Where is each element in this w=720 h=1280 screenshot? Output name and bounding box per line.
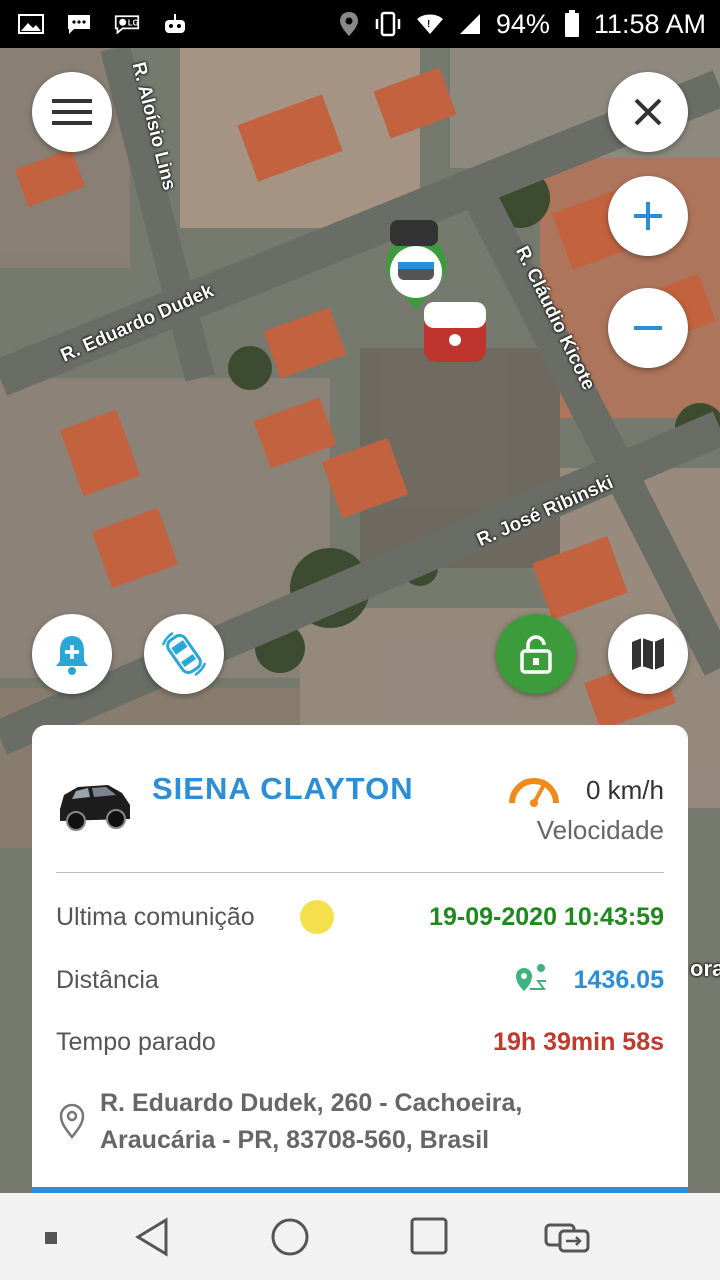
stopped-time-label: Tempo parado	[56, 1028, 216, 1056]
location-pin-icon	[59, 1103, 85, 1139]
address-line-2: Araucária - PR, 83708-560, Brasil	[100, 1126, 490, 1154]
nav-indicator-icon	[45, 1232, 57, 1244]
add-alert-button[interactable]	[32, 614, 112, 694]
speed-label: Velocidade	[536, 815, 664, 845]
close-button[interactable]	[608, 72, 688, 152]
map-type-button[interactable]	[608, 614, 688, 694]
back-icon[interactable]	[134, 1217, 170, 1257]
battery-icon	[564, 10, 579, 37]
stopped-time-value: 19h 39min 58s	[493, 1028, 664, 1056]
car-radar-icon	[161, 631, 207, 677]
clock: 11:58 AM	[593, 8, 706, 39]
recents-icon[interactable]	[410, 1217, 448, 1255]
divider	[56, 872, 664, 873]
map-icon	[632, 638, 664, 670]
distance-label: Distância	[56, 966, 159, 994]
lg-icon: LG	[114, 15, 140, 35]
speed-value: 0 km/h	[585, 775, 664, 805]
bell-plus-icon	[56, 636, 88, 675]
zoom-out-button[interactable]	[608, 288, 688, 368]
distance-value: 1436.05	[573, 966, 664, 994]
vehicle-info-card: SIENA CLAYTON 0 km/h Velocidade Ultima c…	[32, 725, 688, 1195]
vehicle-thumbnail	[60, 785, 130, 831]
wifi-icon: !	[416, 14, 443, 34]
vibrate-icon	[375, 11, 401, 37]
signal-icon	[459, 14, 480, 34]
image-icon	[18, 14, 44, 34]
minus-icon	[634, 326, 662, 330]
sms-icon	[68, 15, 90, 34]
distance-icon	[516, 964, 546, 991]
lock-button[interactable]	[496, 614, 576, 694]
zoom-in-button[interactable]	[608, 176, 688, 256]
menu-button[interactable]	[32, 72, 112, 152]
robot-icon	[165, 14, 185, 33]
last-comm-value: 19-09-2020 10:43:59	[429, 903, 664, 931]
unlock-icon	[520, 635, 552, 674]
address-line-1: R. Eduardo Dudek, 260 - Cachoeira,	[100, 1089, 523, 1117]
last-comm-label: Ultima comunição	[56, 903, 255, 931]
navigation-bar	[0, 1193, 720, 1280]
address: R. Eduardo Dudek, 260 - Cachoeira, Arauc…	[100, 1085, 660, 1159]
status-bar: LG ! 94% 11:58 AM	[0, 0, 720, 48]
vehicle-name: SIENA CLAYTON	[152, 771, 414, 806]
vehicle-locate-button[interactable]	[144, 614, 224, 694]
hamburger-icon	[52, 99, 92, 125]
switch-screens-icon[interactable]	[544, 1219, 590, 1255]
plus-icon	[634, 202, 662, 230]
svg-text:!: !	[427, 19, 430, 30]
speedometer-icon	[509, 778, 559, 807]
street-label-partial: ora	[690, 956, 720, 981]
svg-text:LG: LG	[128, 19, 139, 28]
home-icon[interactable]	[270, 1217, 310, 1257]
status-dot	[300, 900, 334, 934]
location-icon	[339, 12, 358, 36]
battery-percent: 94%	[495, 8, 550, 39]
close-icon	[634, 98, 662, 126]
